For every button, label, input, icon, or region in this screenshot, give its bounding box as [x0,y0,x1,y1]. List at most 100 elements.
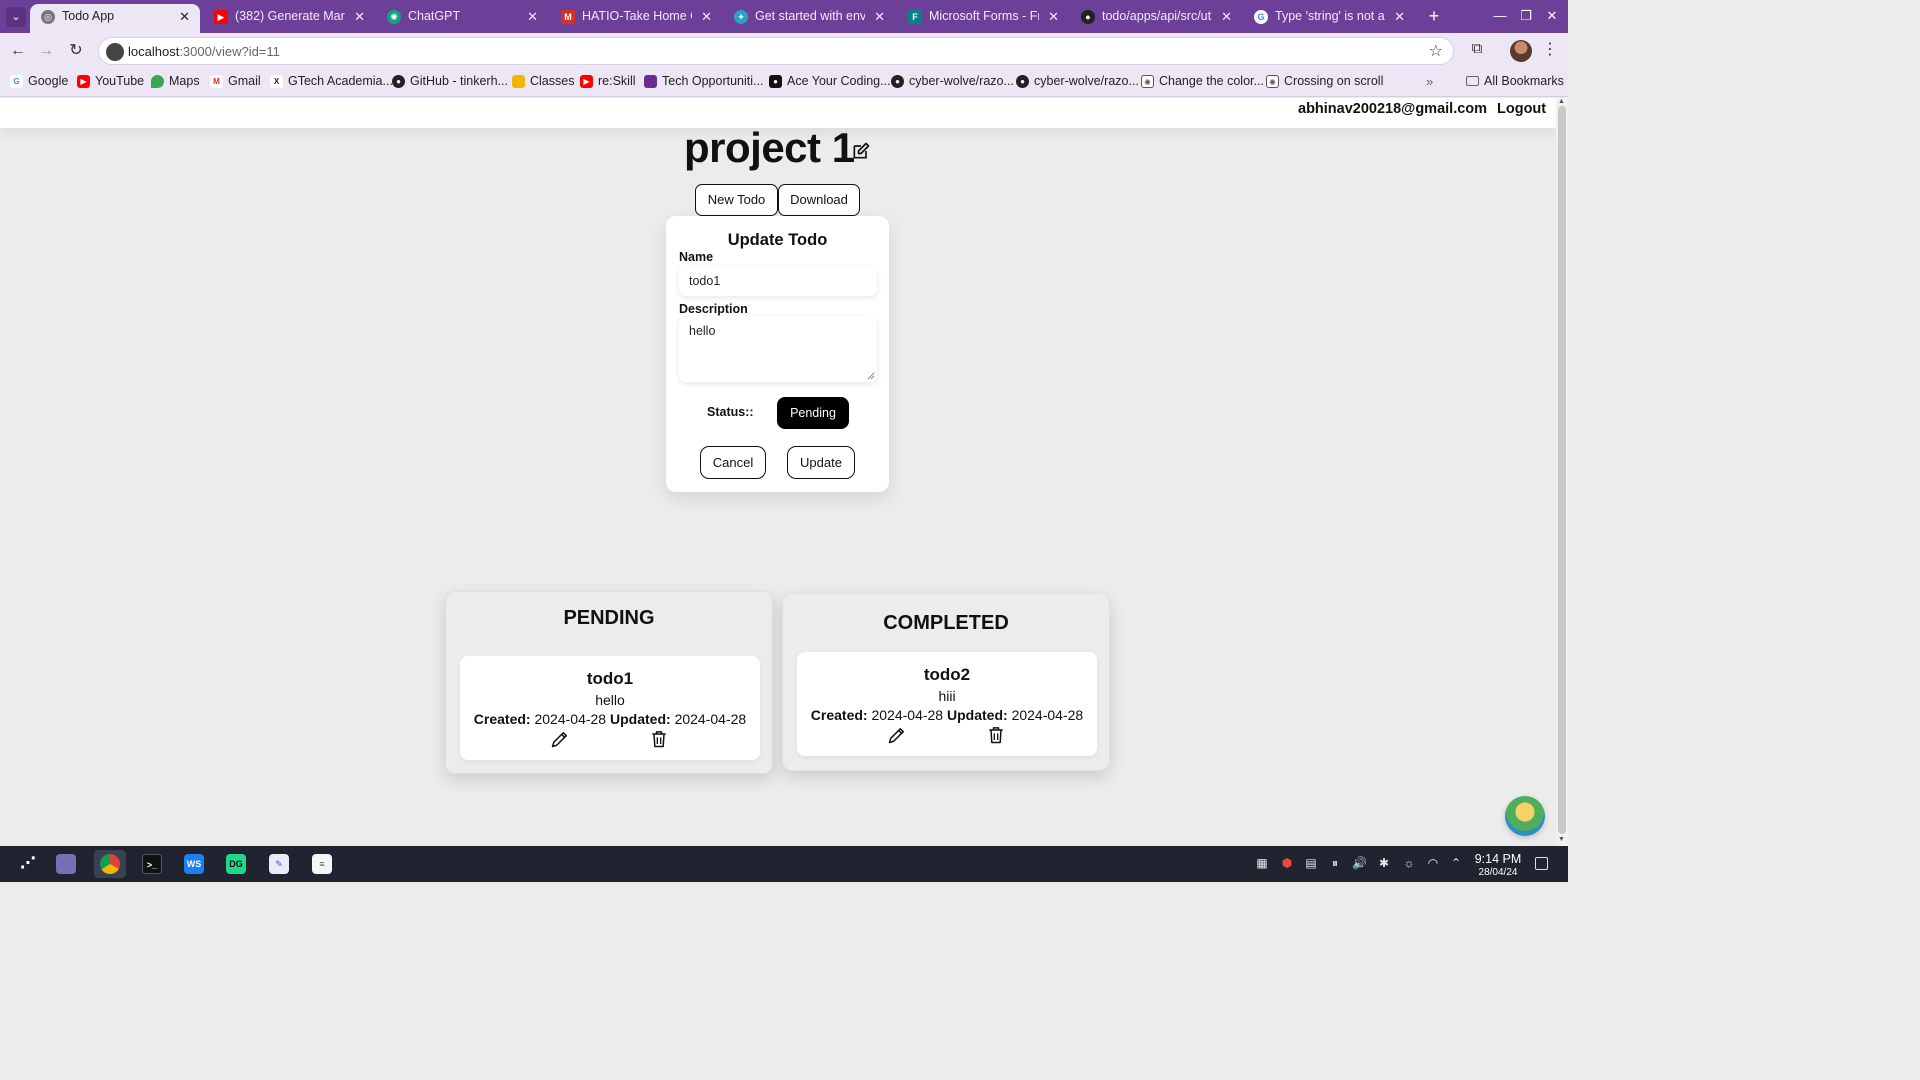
bookmark-star-icon[interactable]: ☆ [1429,41,1443,61]
more-menu-icon[interactable]: ⋮ [1542,39,1558,59]
show-desktop-icon[interactable] [1535,857,1548,870]
page-scrollbar[interactable]: ▲ ▼ [1556,98,1568,846]
system-clock[interactable]: 9:14 PM 28/04/24 [1470,852,1526,878]
tab-search-button[interactable]: ⌄ [6,7,26,27]
floating-assistant-avatar[interactable] [1505,796,1545,836]
close-icon[interactable]: ✕ [874,4,885,29]
address-url: localhost:3000/view?id=11 [128,44,280,59]
status-toggle-button[interactable]: Pending [777,397,849,429]
app-grid-icon[interactable]: ▦ [1255,856,1269,870]
reload-icon[interactable]: ↻ [64,39,88,63]
tab-chatgpt[interactable]: ✺ ChatGPT ✕ [376,4,548,33]
address-bar[interactable]: localhost:3000/view?id=11 ☆ [98,37,1454,65]
bookmark-item[interactable]: Classes [512,74,574,88]
back-arrow-icon[interactable]: ← [6,39,30,63]
bookmark-item[interactable]: M Gmail [210,74,261,88]
gmail-icon: M [561,10,575,24]
volume-icon[interactable]: 🔊 [1352,856,1367,870]
chatgpt-icon: ✺ [387,10,401,24]
file-manager-icon[interactable] [50,850,82,878]
editor-icon[interactable]: ✎ [263,850,295,878]
bookmark-item[interactable]: ✺ Crossing on scroll [1266,74,1383,88]
edit-icon[interactable] [851,141,871,161]
notes-icon[interactable]: ≡ [306,850,338,878]
bluetooth-icon[interactable]: ✱ [1377,856,1391,870]
close-icon[interactable]: ✕ [179,4,190,29]
webstorm-icon[interactable]: WS [178,850,210,878]
bookmarks-overflow-button[interactable]: » [1426,74,1433,89]
window-close-icon[interactable]: ✕ [1538,5,1566,27]
google-icon: G [1254,10,1268,24]
close-icon[interactable]: ✕ [527,4,538,29]
bookmark-item[interactable]: ▶ re:Skill [580,74,636,88]
bookmark-item[interactable]: ● Ace Your Coding... [769,74,891,88]
bookmark-item[interactable]: G Google [10,74,68,88]
terminal-icon[interactable]: >_ [136,850,168,878]
bookmark-item[interactable]: Tech Opportuniti... [644,74,763,88]
app-tray-icon[interactable]: ⬢ [1280,856,1294,870]
trash-icon[interactable] [986,725,1006,745]
name-input[interactable]: todo1 [679,266,877,296]
download-button[interactable]: Download [778,184,860,216]
todo-description: hiii [938,688,956,704]
trash-icon[interactable] [649,729,669,749]
wifi-icon[interactable]: ◠ [1426,856,1440,870]
scroll-down-icon[interactable]: ▼ [1558,836,1565,843]
close-icon[interactable]: ✕ [354,4,365,29]
tray-expand-icon[interactable]: ⌃ [1449,856,1463,870]
bookmark-item[interactable]: ● cyber-wolve/razo... [891,74,1014,88]
tab-google-search[interactable]: G Type 'string' is not assi ✕ [1243,4,1415,33]
todo-card: todo1 hello Created: 2024-04-28 Updated:… [460,656,760,760]
update-button[interactable]: Update [787,446,855,479]
scrollbar-thumb[interactable] [1558,106,1566,834]
close-icon[interactable]: ✕ [701,4,712,29]
tab-todo-app[interactable]: ◎ Todo App ✕ [30,4,200,33]
datagrip-icon[interactable]: DG [220,850,252,878]
tab-title: Todo App [62,9,115,23]
bookmark-item[interactable]: ✺ Change the color... [1141,74,1264,88]
bookmark-item[interactable]: ● GitHub - tinkerh... [392,74,508,88]
youtube-icon: ▶ [214,10,228,24]
close-icon[interactable]: ✕ [1221,4,1232,29]
all-bookmarks-button[interactable]: All Bookmarks [1466,74,1564,88]
chrome-icon[interactable] [94,850,126,878]
scroll-up-icon[interactable]: ▲ [1558,98,1565,105]
brightness-icon[interactable]: ☼ [1402,856,1416,870]
close-icon[interactable]: ✕ [1394,4,1405,29]
bookmark-item[interactable]: X GTech Academia... [270,74,393,88]
launcher-icon[interactable]: ⋰ [12,850,44,878]
tab-title: Type 'string' is not assi [1275,9,1385,23]
profile-avatar[interactable] [1510,40,1532,62]
techopp-icon [644,75,657,88]
site-info-icon[interactable] [106,43,124,61]
new-todo-button[interactable]: New Todo [695,184,778,216]
close-icon[interactable]: ✕ [1048,4,1059,29]
pencil-icon[interactable] [887,725,907,745]
forward-arrow-icon[interactable]: → [34,39,58,63]
tab-github[interactable]: ● todo/apps/api/src/utils ✕ [1070,4,1242,33]
tab-gmail[interactable]: M HATIO-Take Home Cha ✕ [550,4,722,33]
browser-tab-strip: ⌄ ◎ Todo App ✕ ▶ (382) Generate Markdo ✕… [0,0,1568,33]
tab-microsoft-forms[interactable]: F Microsoft Forms - Free ✕ [897,4,1069,33]
tab-youtube[interactable]: ▶ (382) Generate Markdo ✕ [203,4,375,33]
minimize-icon[interactable]: — [1486,5,1514,27]
logout-button[interactable]: Logout [1497,101,1546,117]
todo-dates: Created: 2024-04-28 Updated: 2024-04-28 [810,707,1084,723]
bookmark-item[interactable]: ▶ YouTube [77,74,144,88]
restore-icon[interactable]: ❐ [1512,5,1540,27]
extensions-icon[interactable]: ⧉ [1466,40,1488,62]
media-pause-icon[interactable]: ⏸ [1328,856,1342,870]
tab-get-started[interactable]: ✦ Get started with enviro ✕ [723,4,895,33]
pencil-icon[interactable] [550,729,570,749]
new-tab-button[interactable]: + [1424,4,1444,28]
bookmark-item[interactable]: ● cyber-wolve/razo... [1016,74,1139,88]
resize-grip-icon[interactable] [867,372,875,380]
cancel-button[interactable]: Cancel [700,446,766,479]
description-label: Description [679,302,748,316]
description-text: hello [689,324,716,338]
todo-description: hello [595,692,625,708]
clipboard-icon[interactable]: ▤ [1304,856,1318,870]
video-icon: ● [769,75,782,88]
description-textarea[interactable]: hello [679,316,877,382]
bookmark-item[interactable]: Maps [151,74,200,88]
